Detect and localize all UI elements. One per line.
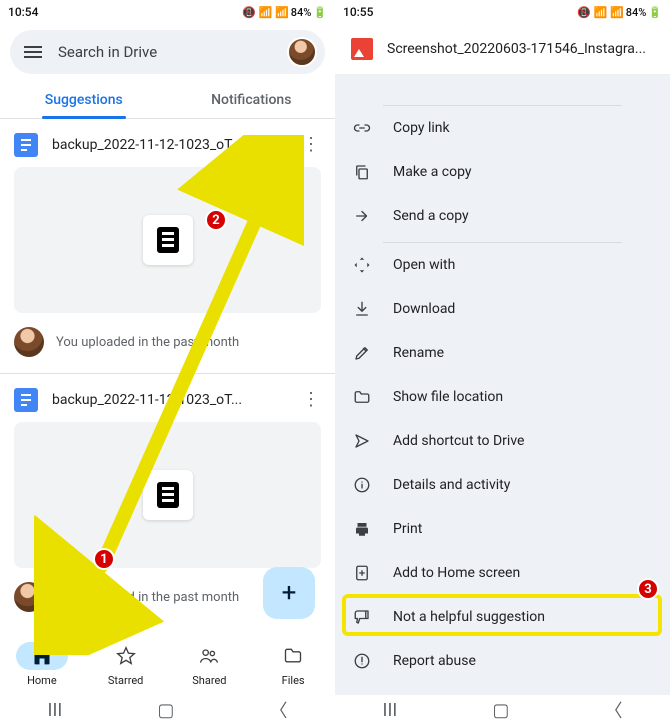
recents-button[interactable]: III xyxy=(48,700,63,721)
menu-add-shortcut[interactable]: Add shortcut to Drive xyxy=(335,419,670,463)
copy-icon xyxy=(351,163,373,181)
account-avatar[interactable] xyxy=(287,37,317,67)
more-menu-button[interactable]: ⋮ xyxy=(301,136,321,154)
pencil-icon xyxy=(351,344,373,362)
menu-report-abuse[interactable]: Report abuse xyxy=(335,639,670,683)
nav-home[interactable]: Home xyxy=(0,633,84,695)
shortcut-icon xyxy=(351,432,373,450)
uploader-avatar xyxy=(14,582,44,612)
tab-notifications[interactable]: Notifications xyxy=(168,80,336,119)
menu-add-home[interactable]: Add to Home screen xyxy=(335,551,670,595)
menu-make-copy[interactable]: Make a copy xyxy=(335,150,670,194)
thumb-down-icon xyxy=(351,608,373,626)
file-actions-sheet: 10:55 📵 📶 📶 84%🔋 Screenshot_20220603-171… xyxy=(335,0,670,725)
menu-rename[interactable]: Rename xyxy=(335,331,670,375)
upload-caption: You uploaded in the past month xyxy=(56,590,239,605)
home-button[interactable]: ▢ xyxy=(492,700,509,721)
tab-suggestions[interactable]: Suggestions xyxy=(0,80,168,119)
upload-caption: You uploaded in the past month xyxy=(56,335,239,350)
folder-icon xyxy=(351,388,373,406)
menu-open-with[interactable]: Open with xyxy=(335,243,670,287)
download-icon xyxy=(351,300,373,318)
suggestion-card[interactable]: backup_2022-11-12-1023_oT... ⋮ You uploa… xyxy=(0,119,335,373)
menu-copy-link[interactable]: Copy link xyxy=(335,106,670,150)
report-icon xyxy=(351,652,373,670)
folder-icon xyxy=(283,646,303,666)
open-with-icon xyxy=(351,256,373,274)
drive-home-screen: 10:54 📵 📶 📶 84%🔋 Search in Drive Suggest… xyxy=(0,0,335,725)
more-menu-button[interactable]: ⋮ xyxy=(301,391,321,409)
status-time: 10:54 xyxy=(8,5,38,19)
file-thumbnail[interactable] xyxy=(14,422,321,568)
file-thumbnail[interactable] xyxy=(14,167,321,313)
menu-send-copy[interactable]: Send a copy xyxy=(335,194,670,238)
send-icon xyxy=(351,207,373,225)
system-nav: III ▢ 〈 xyxy=(0,695,335,725)
new-fab[interactable]: + xyxy=(263,567,315,619)
nav-shared[interactable]: Shared xyxy=(168,633,252,695)
status-bar: 10:55 📵 📶 📶 84%🔋 xyxy=(335,0,670,24)
uploader-avatar xyxy=(14,327,44,357)
menu-details[interactable]: Details and activity xyxy=(335,463,670,507)
home-button[interactable]: ▢ xyxy=(157,700,174,721)
nav-files[interactable]: Files xyxy=(251,633,335,695)
search-placeholder: Search in Drive xyxy=(58,43,287,61)
plus-icon: + xyxy=(282,578,297,608)
status-bar: 10:54 📵 📶 📶 84%🔋 xyxy=(0,0,335,24)
menu-print[interactable]: Print xyxy=(335,507,670,551)
image-icon xyxy=(351,38,373,60)
menu-download[interactable]: Download xyxy=(335,287,670,331)
bottom-nav: Home Starred Shared Files xyxy=(0,633,335,695)
doc-icon xyxy=(14,388,38,412)
back-button[interactable]: 〈 xyxy=(604,697,622,723)
menu-show-location[interactable]: Show file location xyxy=(335,375,670,419)
status-icons: 📵 📶 📶 84%🔋 xyxy=(242,6,327,19)
file-name: backup_2022-11-12-1023_oT... xyxy=(52,137,301,153)
status-time: 10:55 xyxy=(343,5,373,19)
print-icon xyxy=(351,520,373,538)
system-nav: III ▢ 〈 xyxy=(335,695,670,725)
file-name: backup_2022-11-12-1023_oT... xyxy=(52,392,301,408)
menu-not-helpful[interactable]: Not a helpful suggestion xyxy=(335,595,670,639)
annotation-badge-2: 2 xyxy=(205,209,227,231)
home-icon xyxy=(32,646,52,666)
back-button[interactable]: 〈 xyxy=(269,697,287,723)
shared-icon xyxy=(198,646,220,666)
nav-starred[interactable]: Starred xyxy=(84,633,168,695)
recents-button[interactable]: III xyxy=(383,700,398,721)
status-icons: 📵 📶 📶 84%🔋 xyxy=(577,6,662,19)
info-icon xyxy=(351,476,373,494)
tabs: Suggestions Notifications xyxy=(0,80,335,119)
sheet-title: Screenshot_20220603-171546_Instagra... xyxy=(387,41,654,57)
search-bar[interactable]: Search in Drive xyxy=(10,30,325,74)
hamburger-icon[interactable] xyxy=(24,46,44,58)
file-list: backup_2022-11-12-1023_oT... ⋮ You uploa… xyxy=(0,119,335,633)
sheet-header: Screenshot_20220603-171546_Instagra... xyxy=(335,24,670,75)
doc-icon xyxy=(14,133,38,157)
link-icon xyxy=(351,119,373,137)
add-home-icon xyxy=(351,564,373,582)
annotation-badge-1: 1 xyxy=(93,548,115,570)
star-icon xyxy=(116,646,136,666)
annotation-badge-3: 3 xyxy=(637,578,659,600)
